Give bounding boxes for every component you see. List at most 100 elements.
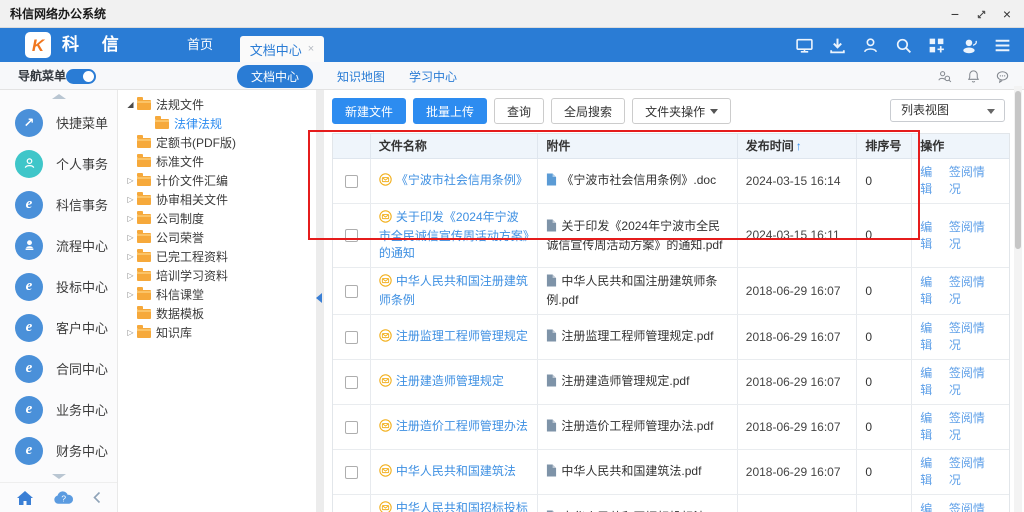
resize-button[interactable] [968, 0, 994, 28]
review-status-link[interactable]: 签阅情况 [949, 501, 996, 512]
sidebar-item-quick-menu[interactable]: ↗快捷菜单 [0, 102, 117, 143]
row-checkbox[interactable] [345, 229, 358, 242]
row-checkbox[interactable] [345, 421, 358, 434]
document-link[interactable]: 注册建造师管理规定 [396, 374, 504, 388]
tree-item[interactable]: 法律法规 [118, 114, 316, 133]
tree-item[interactable]: 标准文件 [118, 152, 316, 171]
row-checkbox[interactable] [345, 285, 358, 298]
query-button[interactable]: 查询 [494, 98, 544, 124]
document-link[interactable]: 中华人民共和国建筑法 [396, 464, 516, 478]
row-checkbox[interactable] [345, 175, 358, 188]
sidebar-item-bid-center[interactable]: e投标中心 [0, 266, 117, 307]
tree-item[interactable]: ▷公司荣誉 [118, 228, 316, 247]
expand-arrow-icon[interactable]: ▷ [124, 272, 137, 280]
review-status-link[interactable]: 签阅情况 [949, 219, 996, 253]
review-status-link[interactable]: 签阅情况 [949, 320, 996, 354]
tree-item[interactable]: ▷知识库 [118, 323, 316, 342]
edit-link[interactable]: 编辑 [920, 219, 944, 253]
row-checkbox[interactable] [345, 466, 358, 479]
search-icon[interactable] [894, 36, 913, 55]
review-status-link[interactable]: 签阅情况 [949, 410, 996, 444]
subtab-document-center[interactable]: 文档中心 [237, 65, 313, 88]
edit-link[interactable]: 编辑 [920, 501, 944, 512]
subtab-learning-center[interactable]: 学习中心 [409, 68, 457, 85]
document-link[interactable]: 注册监理工程师管理规定 [396, 329, 528, 343]
attachment-link[interactable]: 中华人民共和国注册建筑师条例.pdf [546, 274, 717, 307]
tree-item[interactable]: ▷科信课堂 [118, 285, 316, 304]
row-checkbox[interactable] [345, 331, 358, 344]
sidebar-item-kexin-affairs[interactable]: e科信事务 [0, 184, 117, 225]
batch-upload-button[interactable]: 批量上传 [413, 98, 487, 124]
close-button[interactable]: × [994, 0, 1020, 28]
expand-arrow-icon[interactable]: ▷ [124, 253, 137, 261]
collapse-panel-icon[interactable] [316, 293, 322, 303]
edit-link[interactable]: 编辑 [920, 274, 944, 308]
attachment-link[interactable]: 注册监理工程师管理规定.pdf [561, 329, 713, 343]
tab-close-icon[interactable]: × [308, 43, 314, 55]
attachment-link[interactable]: 注册造价工程师管理办法.pdf [561, 419, 713, 433]
collapse-arrow-icon[interactable]: ◢ [124, 101, 137, 109]
sidebar-scroll-down[interactable] [0, 470, 117, 482]
attachment-link[interactable]: 中华人民共和国建筑法.pdf [561, 464, 701, 478]
sidebar-item-personal-affairs[interactable]: 个人事务 [0, 143, 117, 184]
edit-link[interactable]: 编辑 [920, 410, 944, 444]
bell-icon[interactable] [966, 69, 981, 84]
user-icon[interactable] [861, 36, 880, 55]
chat-icon[interactable] [995, 69, 1010, 84]
folder-ops-button[interactable]: 文件夹操作 [632, 98, 731, 124]
expand-arrow-icon[interactable]: ▷ [124, 234, 137, 242]
tree-item[interactable]: ▷协审相关文件 [118, 190, 316, 209]
view-select[interactable]: 列表视图 [890, 99, 1005, 122]
nav-menu-toggle[interactable] [66, 69, 96, 84]
cloud-help-icon[interactable]: ? [53, 490, 74, 505]
attachment-link[interactable]: 关于印发《2024年宁波市全民诚信宣传周活动方案》的通知.pdf [546, 219, 722, 252]
edit-link[interactable]: 编辑 [920, 164, 944, 198]
tree-item[interactable]: 数据模板 [118, 304, 316, 323]
tree-item[interactable]: ▷已完工程资料 [118, 247, 316, 266]
document-link[interactable]: 注册造价工程师管理办法 [396, 419, 528, 433]
sort-asc-icon[interactable]: ↑ [796, 138, 802, 155]
panel-divider[interactable] [316, 90, 324, 512]
review-status-link[interactable]: 签阅情况 [949, 455, 996, 489]
collapse-chevron-icon[interactable] [93, 491, 101, 504]
menu-icon[interactable] [993, 36, 1012, 55]
tree-item[interactable]: ▷培训学习资料 [118, 266, 316, 285]
expand-arrow-icon[interactable]: ▷ [124, 215, 137, 223]
tree-item[interactable]: ◢法规文件 [118, 95, 316, 114]
expand-arrow-icon[interactable]: ▷ [124, 177, 137, 185]
tab-document-center[interactable]: 文档中心 × [240, 36, 324, 62]
sidebar-item-finance-center[interactable]: e财务中心 [0, 430, 117, 470]
minimize-button[interactable]: − [942, 0, 968, 28]
column-header[interactable]: 发布时间↑ [738, 134, 858, 158]
download-icon[interactable] [828, 36, 847, 55]
review-status-link[interactable]: 签阅情况 [949, 164, 996, 198]
edit-link[interactable]: 编辑 [920, 365, 944, 399]
edit-link[interactable]: 编辑 [920, 320, 944, 354]
user-search-icon[interactable] [937, 69, 952, 84]
sidebar-item-process-center[interactable]: 流程中心 [0, 225, 117, 266]
sidebar-item-contract-center[interactable]: e合同中心 [0, 348, 117, 389]
home-icon[interactable] [16, 490, 34, 506]
expand-arrow-icon[interactable]: ▷ [124, 196, 137, 204]
apps-icon[interactable] [927, 36, 946, 55]
scrollbar-thumb[interactable] [1015, 91, 1021, 249]
attachment-link[interactable]: 注册建造师管理规定.pdf [561, 374, 689, 388]
document-link[interactable]: 《宁波市社会信用条例》 [396, 173, 528, 187]
edit-link[interactable]: 编辑 [920, 455, 944, 489]
global-search-button[interactable]: 全局搜索 [551, 98, 625, 124]
tree-item[interactable]: 定额书(PDF版) [118, 133, 316, 152]
sidebar-item-business-center[interactable]: e业务中心 [0, 389, 117, 430]
document-link[interactable]: 中华人民共和国招标投标法 [379, 501, 528, 512]
tree-item[interactable]: ▷公司制度 [118, 209, 316, 228]
expand-arrow-icon[interactable]: ▷ [124, 291, 137, 299]
contact-icon[interactable] [960, 36, 979, 55]
sidebar-item-customer-center[interactable]: e客户中心 [0, 307, 117, 348]
tab-home[interactable]: 首页 [168, 28, 232, 62]
review-status-link[interactable]: 签阅情况 [949, 274, 996, 308]
review-status-link[interactable]: 签阅情况 [949, 365, 996, 399]
document-link[interactable]: 中华人民共和国注册建筑师条例 [379, 274, 528, 307]
monitor-icon[interactable] [795, 36, 814, 55]
tree-item[interactable]: ▷计价文件汇编 [118, 171, 316, 190]
subtab-knowledge-map[interactable]: 知识地图 [337, 68, 385, 85]
document-link[interactable]: 关于印发《2024年宁波市全民诚信宣传周活动方案》的通知 [379, 210, 529, 260]
